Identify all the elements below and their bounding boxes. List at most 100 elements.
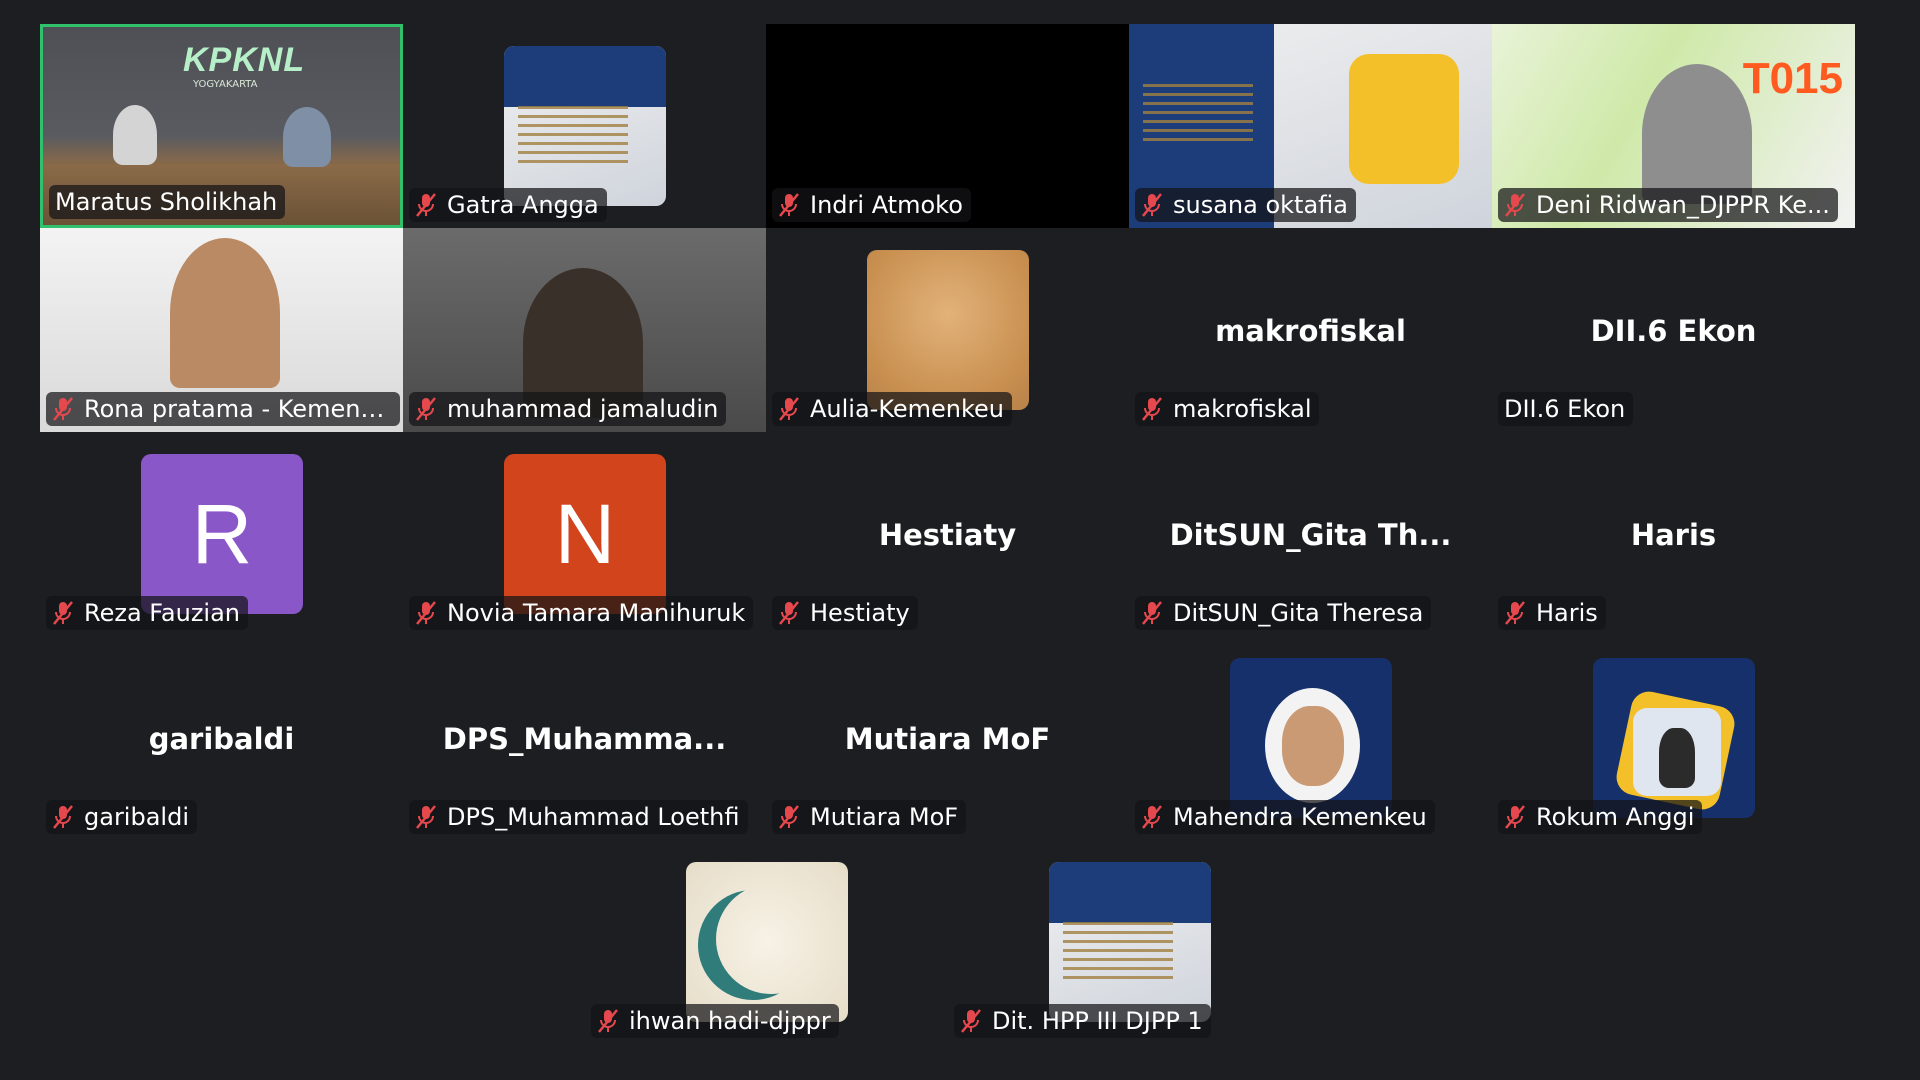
participant-name-tag: DitSUN_Gita Theresa	[1135, 596, 1432, 630]
participant-name-tag: Reza Fauzian	[46, 596, 248, 630]
participant-title: DitSUN_Gita Th...	[1169, 518, 1452, 552]
video-tile-dii6-ekon[interactable]: DII.6 Ekon DII.6 Ekon	[1492, 228, 1855, 432]
participant-name-tag: DII.6 Ekon	[1498, 392, 1634, 426]
microphone-muted-icon	[1505, 601, 1525, 625]
video-tile-muhammad[interactable]: muhammad jamaludin	[403, 228, 766, 432]
person-figure	[113, 105, 157, 165]
profile-picture	[1593, 658, 1755, 818]
microphone-muted-icon	[779, 193, 799, 217]
microphone-muted-icon	[1505, 805, 1525, 829]
participant-name: garibaldi	[84, 803, 189, 831]
video-tile-susana[interactable]: susana oktafia	[1129, 24, 1492, 228]
microphone-muted-icon	[1142, 601, 1162, 625]
microphone-muted-icon	[1142, 397, 1162, 421]
participant-name: ihwan hadi-djppr	[629, 1007, 831, 1035]
participant-name-tag: muhammad jamaludin	[409, 392, 727, 426]
participant-name: Mahendra Kemenkeu	[1173, 803, 1427, 831]
microphone-muted-icon	[779, 805, 799, 829]
participant-name-tag: susana oktafia	[1135, 188, 1356, 222]
microphone-muted-icon	[416, 601, 436, 625]
participant-title: Haris	[1630, 518, 1717, 552]
participant-name: Aulia-Kemenkeu	[810, 395, 1005, 423]
video-tile-deni[interactable]: T015 Deni Ridwan_DJPPR Ke...	[1492, 24, 1855, 228]
profile-picture	[686, 862, 848, 1022]
microphone-muted-icon	[779, 601, 799, 625]
microphone-muted-icon	[416, 193, 436, 217]
participant-name-tag: makrofiskal	[1135, 392, 1320, 426]
participant-name: DII.6 Ekon	[1504, 395, 1626, 423]
participant-name: Mutiara MoF	[810, 803, 959, 831]
participant-name-tag: Mahendra Kemenkeu	[1135, 800, 1435, 834]
microphone-muted-icon	[598, 1009, 618, 1033]
participant-title: garibaldi	[148, 722, 295, 756]
participant-name: Maratus Sholikhah	[55, 188, 278, 216]
participant-name-tag: Novia Tamara Manihuruk	[409, 596, 754, 630]
room-sign: KPKNL	[183, 41, 306, 79]
person-figure	[283, 107, 331, 167]
video-tile-ditsun-gita[interactable]: DitSUN_Gita Th... DitSUN_Gita Theresa	[1129, 432, 1492, 636]
participant-name: Rokum Anggi	[1536, 803, 1695, 831]
microphone-muted-icon	[779, 397, 799, 421]
video-tile-novia[interactable]: N Novia Tamara Manihuruk	[403, 432, 766, 636]
participant-name-tag: Aulia-Kemenkeu	[772, 392, 1013, 426]
participant-name: muhammad jamaludin	[447, 395, 719, 423]
video-tile-hestiaty[interactable]: Hestiaty Hestiaty	[766, 432, 1129, 636]
microphone-muted-icon	[53, 601, 73, 625]
participant-name-tag: Indri Atmoko	[772, 188, 971, 222]
participant-name: Rona pratama - Kemenk...	[84, 395, 392, 423]
video-tile-dps-muhammad[interactable]: DPS_Muhamma... DPS_Muhammad Loethfi	[403, 636, 766, 840]
video-tile-dit-hpp[interactable]: Dit. HPP III DJPP 1	[948, 840, 1311, 1044]
profile-picture	[504, 46, 666, 206]
participant-name-tag: Deni Ridwan_DJPPR Ke...	[1498, 188, 1838, 222]
microphone-muted-icon	[1142, 193, 1162, 217]
microphone-muted-icon	[416, 397, 436, 421]
participant-name-tag: Dit. HPP III DJPP 1	[954, 1004, 1211, 1038]
avatar: R	[141, 454, 303, 614]
video-tile-rokum[interactable]: Rokum Anggi	[1492, 636, 1855, 840]
video-tile-garibaldi[interactable]: garibaldi garibaldi	[40, 636, 403, 840]
participant-name: Novia Tamara Manihuruk	[447, 599, 746, 627]
participant-name-tag: DPS_Muhammad Loethfi	[409, 800, 748, 834]
avatar: N	[504, 454, 666, 614]
participant-name-tag: garibaldi	[46, 800, 197, 834]
participant-name: susana oktafia	[1173, 191, 1348, 219]
video-tile-maratus[interactable]: KPKNL YOGYAKARTA Maratus Sholikhah	[40, 24, 403, 228]
participant-name: Dit. HPP III DJPP 1	[992, 1007, 1203, 1035]
video-tile-ihwan[interactable]: ihwan hadi-djppr	[585, 840, 948, 1044]
person-figure	[170, 238, 280, 388]
participant-title: DII.6 Ekon	[1590, 314, 1757, 348]
participant-name-tag: Hestiaty	[772, 596, 918, 630]
person-figure	[1642, 64, 1752, 204]
video-tile-mahendra[interactable]: Mahendra Kemenkeu	[1129, 636, 1492, 840]
room-sign-sub: YOGYAKARTA	[193, 79, 258, 90]
video-tile-haris[interactable]: Haris Haris	[1492, 432, 1855, 636]
profile-picture	[867, 250, 1029, 410]
microphone-muted-icon	[53, 397, 73, 421]
video-tile-aulia[interactable]: Aulia-Kemenkeu	[766, 228, 1129, 432]
video-tile-gatra[interactable]: Gatra Angga	[403, 24, 766, 228]
building-graphic	[1349, 54, 1459, 184]
participant-name: makrofiskal	[1173, 395, 1312, 423]
participant-name: Indri Atmoko	[810, 191, 963, 219]
video-tile-reza[interactable]: R Reza Fauzian	[40, 432, 403, 636]
video-tile-mutiara[interactable]: Mutiara MoF Mutiara MoF	[766, 636, 1129, 840]
microphone-muted-icon	[961, 1009, 981, 1033]
participant-title: makrofiskal	[1215, 314, 1406, 348]
participant-name: DitSUN_Gita Theresa	[1173, 599, 1424, 627]
participant-name-tag: Gatra Angga	[409, 188, 607, 222]
participant-name-tag: Maratus Sholikhah	[49, 185, 286, 219]
video-tile-indri[interactable]: Indri Atmoko	[766, 24, 1129, 228]
video-tile-rona[interactable]: Rona pratama - Kemenk...	[40, 228, 403, 432]
participant-name: Haris	[1536, 599, 1598, 627]
participant-name: DPS_Muhammad Loethfi	[447, 803, 740, 831]
participant-title: DPS_Muhamma...	[442, 722, 727, 756]
participant-name-tag: Haris	[1498, 596, 1606, 630]
participant-name: Deni Ridwan_DJPPR Ke...	[1536, 191, 1830, 219]
banner-text: T015	[1742, 54, 1843, 103]
video-tile-makrofiskal[interactable]: makrofiskal makrofiskal	[1129, 228, 1492, 432]
participant-title: Hestiaty	[878, 518, 1017, 552]
participant-name-tag: ihwan hadi-djppr	[591, 1004, 839, 1038]
participant-name: Gatra Angga	[447, 191, 599, 219]
microphone-muted-icon	[1505, 193, 1525, 217]
participant-name-tag: Rona pratama - Kemenk...	[46, 392, 400, 426]
